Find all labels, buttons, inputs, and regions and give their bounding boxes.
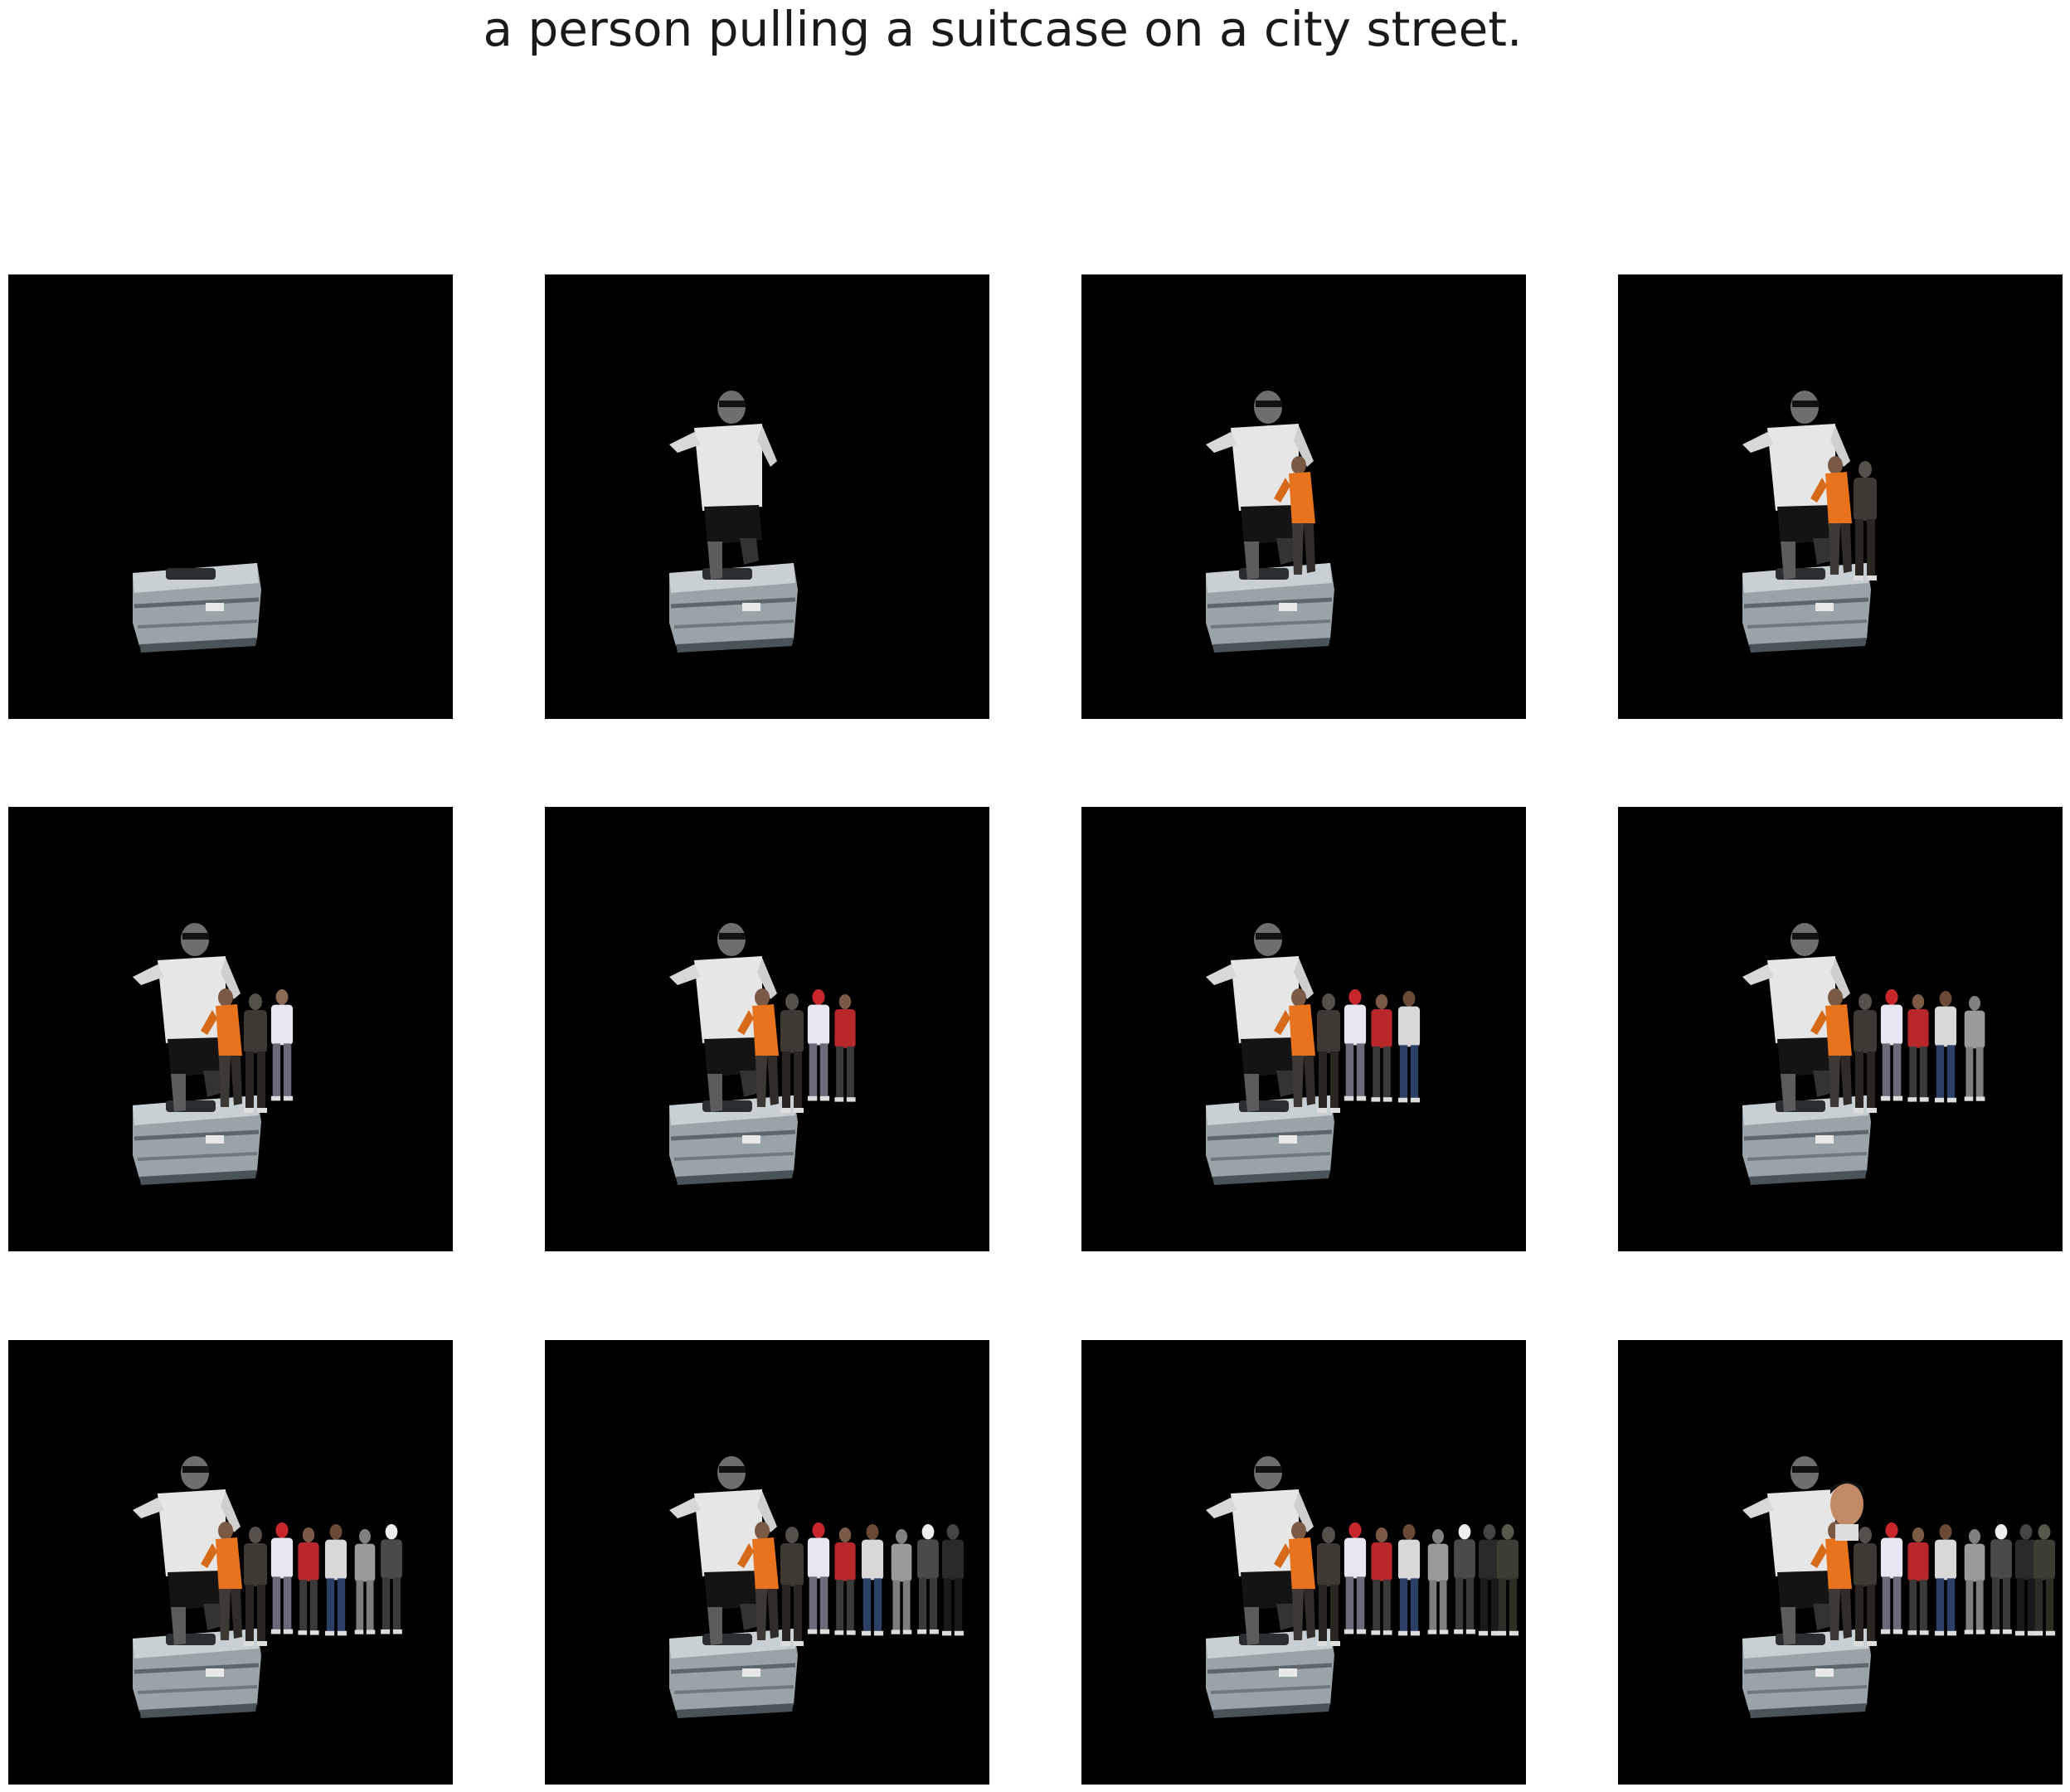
generation-step-panel: [545, 274, 989, 719]
suitcase: [1742, 563, 1871, 653]
panel-image: [545, 274, 989, 719]
generation-step-panel: [8, 1340, 453, 1785]
generation-step-panel: [545, 1340, 989, 1785]
panel-image: [1618, 1340, 2063, 1785]
suitcase: [1206, 1629, 1334, 1718]
panel-image: [1081, 1340, 1526, 1785]
panel-image: [8, 274, 453, 719]
generation-step-panel: [8, 274, 453, 719]
suitcase: [1206, 563, 1334, 653]
suitcase: [669, 563, 798, 653]
panel-image: [1081, 807, 1526, 1251]
boy-face: [1830, 1482, 1863, 1541]
generation-step-panel: [1618, 274, 2063, 719]
panel-image: [545, 807, 989, 1251]
panel-image: [8, 1340, 453, 1785]
generation-step-panel: [1081, 1340, 1526, 1785]
generation-step-panel: [1081, 807, 1526, 1251]
generation-step-panel: [1618, 807, 2063, 1251]
panel-image: [1618, 274, 2063, 719]
generation-step-panel: [545, 807, 989, 1251]
suitcase: [1742, 1095, 1871, 1185]
suitcase: [669, 1629, 798, 1718]
suitcase: [1206, 1095, 1334, 1185]
generation-step-panel: [1081, 274, 1526, 719]
suitcase: [669, 1095, 798, 1185]
generation-step-panel: [8, 807, 453, 1251]
suitcase: [1742, 1629, 1871, 1718]
panel-image: [8, 807, 453, 1251]
suitcase: [133, 1629, 261, 1718]
figure-caption: a person pulling a suitcase on a city st…: [483, 1, 1523, 57]
suitcase: [133, 563, 261, 653]
panel-image: [1618, 807, 2063, 1251]
panel-image: [1081, 274, 1526, 719]
suitcase: [133, 1095, 261, 1185]
panel-image: [545, 1340, 989, 1785]
generation-step-panel: [1618, 1340, 2063, 1785]
